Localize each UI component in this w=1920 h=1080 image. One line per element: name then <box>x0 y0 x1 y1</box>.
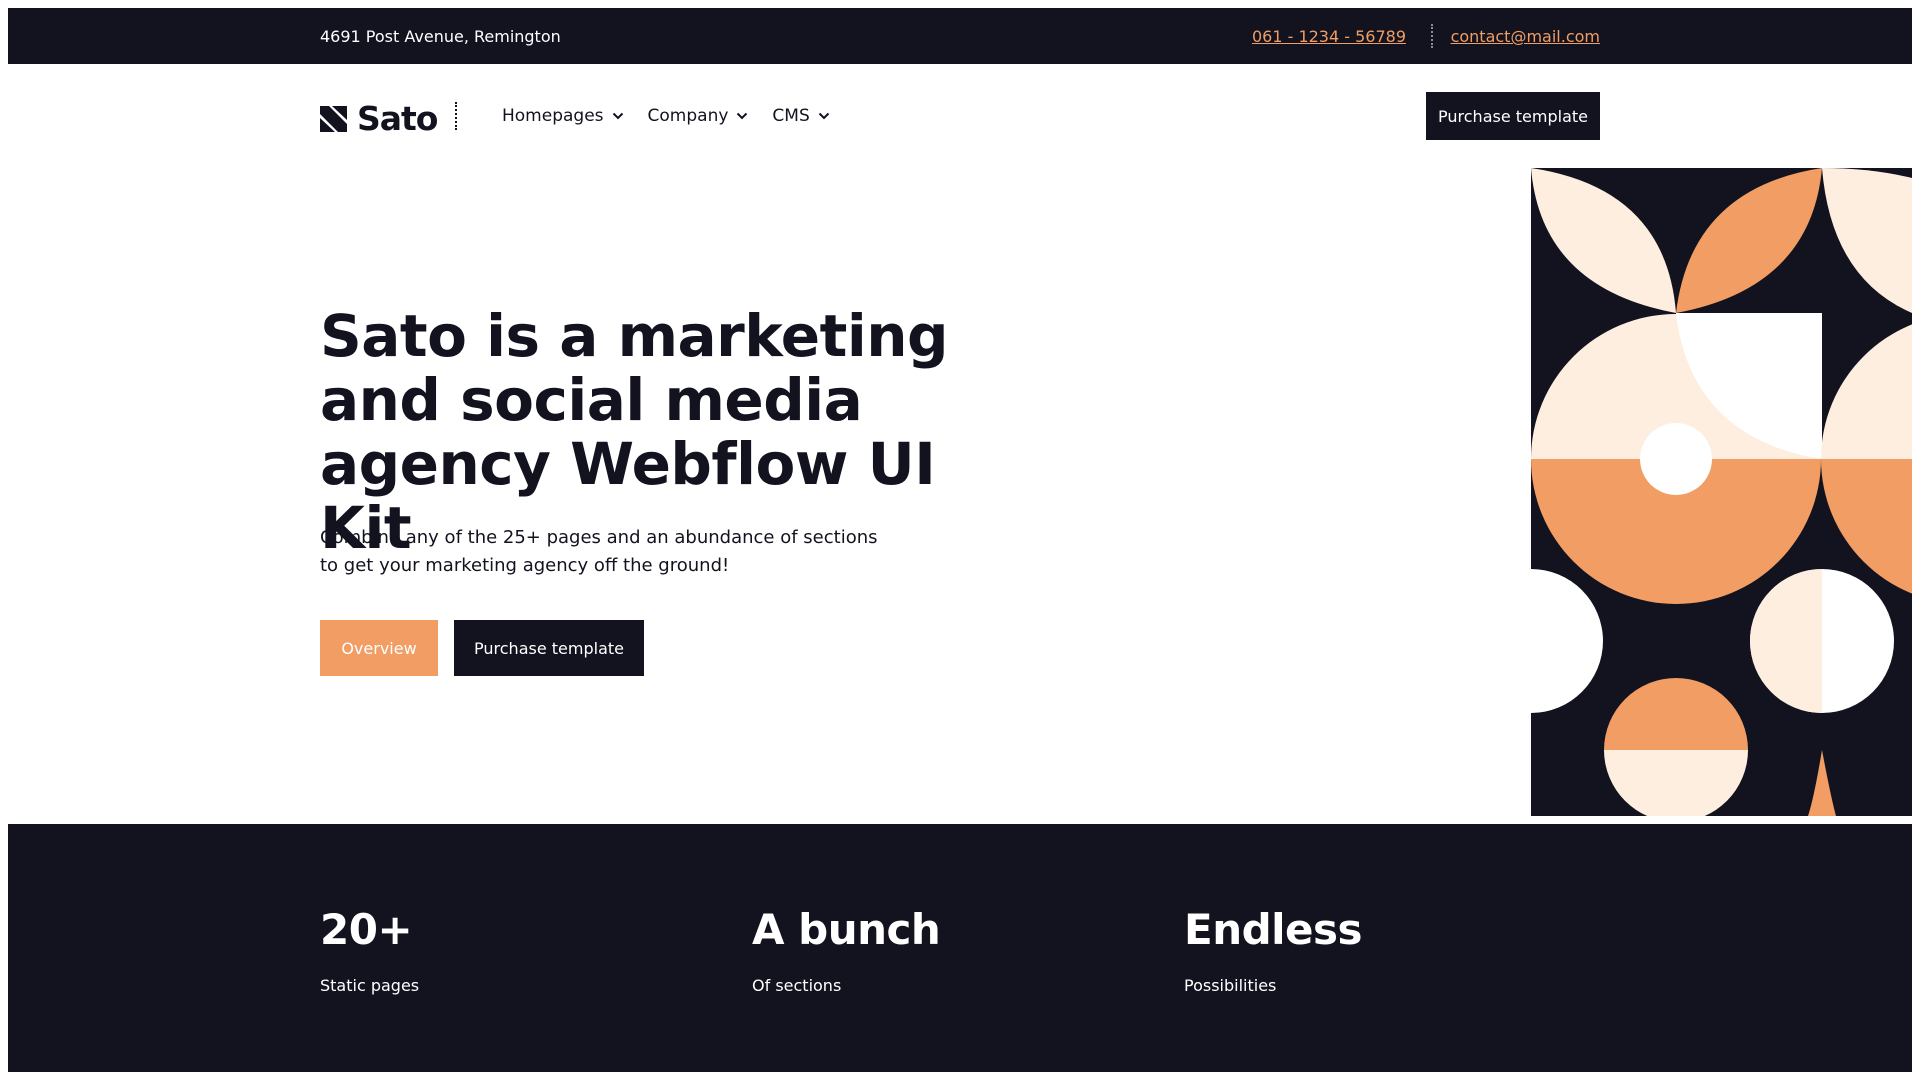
stat-label: Static pages <box>320 976 420 995</box>
nav-item-homepages[interactable]: Homepages <box>502 106 624 126</box>
nav-item-label: Company <box>647 106 729 126</box>
geometric-pattern-graphic <box>1531 168 1912 816</box>
logo-divider <box>455 102 457 130</box>
nav-menu: Homepages Company CMS <box>502 106 830 126</box>
hero-subtitle-line-1: Combine any of the 25+ pages and an abun… <box>320 527 878 548</box>
nav-purchase-button[interactable]: Purchase template <box>1426 92 1600 140</box>
stat-item: A bunch Of sections <box>752 905 941 996</box>
stat-value: A bunch <box>752 905 941 954</box>
hero-purchase-button[interactable]: Purchase template <box>454 620 644 676</box>
hero-title: Sato is a marketing and social media age… <box>320 302 949 562</box>
main-navbar: Sato Homepages Company CMS Purchase temp… <box>8 64 1912 168</box>
stat-label: Of sections <box>752 976 842 995</box>
hero-subtitle: Combine any of the 25+ pages and an abun… <box>320 524 880 580</box>
logo[interactable]: Sato <box>320 99 438 138</box>
address-text: 4691 Post Avenue, Remington <box>320 27 561 46</box>
logo-wordmark: Sato <box>357 99 438 138</box>
stat-value: 20+ <box>320 905 413 954</box>
page-frame: 4691 Post Avenue, Remington 061 - 1234 -… <box>8 8 1912 1072</box>
nav-item-cms[interactable]: CMS <box>772 106 829 126</box>
contact-divider <box>1431 24 1433 48</box>
stat-label: Possibilities <box>1184 976 1277 995</box>
stat-value: Endless <box>1184 905 1363 954</box>
chevron-down-icon <box>612 112 623 120</box>
top-contact-bar: 4691 Post Avenue, Remington 061 - 1234 -… <box>8 8 1912 64</box>
nav-item-label: CMS <box>772 106 810 126</box>
overview-button[interactable]: Overview <box>320 620 438 676</box>
chevron-down-icon <box>818 112 829 120</box>
hero-subtitle-line-2: to get your marketing agency off the gro… <box>320 555 730 576</box>
stats-section: 20+ Static pages A bunch Of sections End… <box>8 824 1912 1072</box>
chevron-down-icon <box>737 112 748 120</box>
nav-item-company[interactable]: Company <box>648 106 749 126</box>
stat-item: 20+ Static pages <box>320 906 419 996</box>
email-link[interactable]: contact@mail.com <box>1451 27 1600 47</box>
sato-logo-icon <box>320 106 347 132</box>
phone-link[interactable]: 061 - 1234 - 56789 <box>1252 27 1406 47</box>
stat-item: Endless Possibilities <box>1184 905 1363 996</box>
hero-pattern-image <box>1531 168 1912 816</box>
nav-item-label: Homepages <box>502 106 604 126</box>
